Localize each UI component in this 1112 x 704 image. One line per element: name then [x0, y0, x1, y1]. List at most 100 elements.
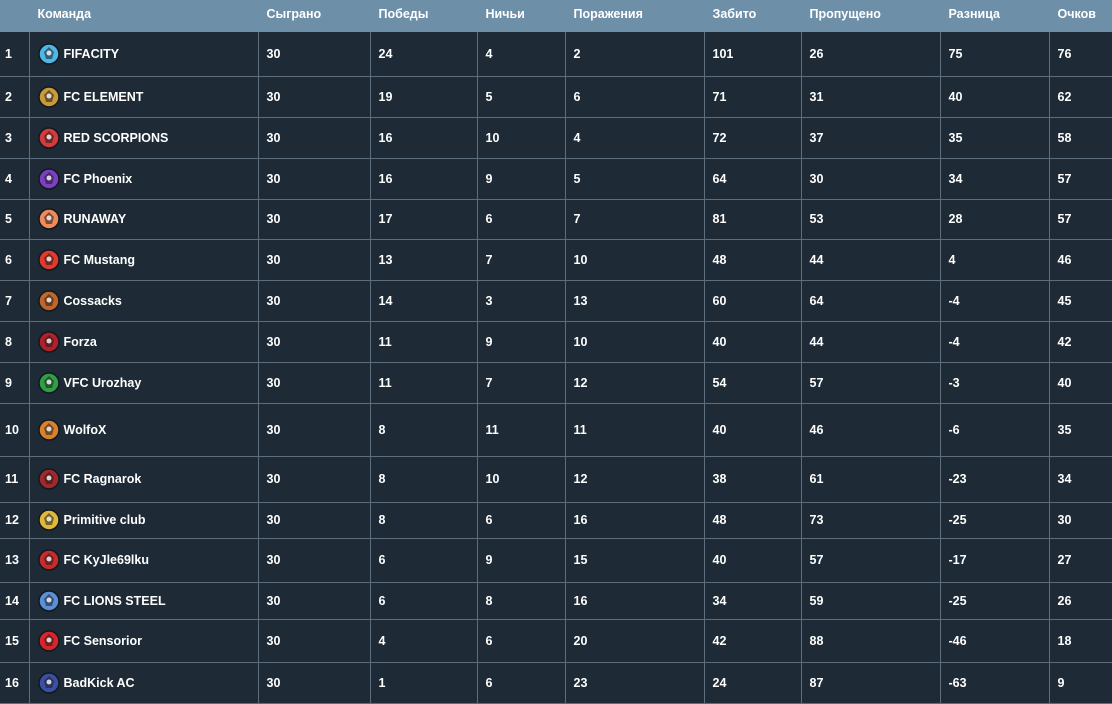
row-conceded: 73 — [801, 502, 941, 539]
team-name[interactable]: FC LIONS STEEL — [64, 594, 166, 608]
row-points: 26 — [1049, 582, 1112, 620]
team-link[interactable]: Forza — [37, 330, 250, 353]
row-scored: 38 — [704, 456, 802, 503]
table-row[interactable]: 9 VFC Urozhay 30 11 7 12 54 57 -3 40 — [0, 362, 1112, 404]
row-team-cell[interactable]: FC KyJle69lku — [29, 538, 259, 583]
red-scorpions-logo-icon — [37, 126, 60, 149]
header-conceded[interactable]: Пропущено — [801, 0, 941, 32]
row-team-cell[interactable]: WolfoX — [29, 403, 259, 457]
row-team-cell[interactable]: FIFACITY — [29, 32, 259, 77]
row-team-cell[interactable]: FC Sensorior — [29, 619, 259, 663]
team-name[interactable]: WolfoX — [64, 423, 107, 437]
team-name[interactable]: Forza — [64, 335, 97, 349]
row-team-cell[interactable]: FC LIONS STEEL — [29, 582, 259, 620]
team-link[interactable]: FC KyJle69lku — [37, 549, 250, 571]
row-diff: 40 — [940, 76, 1050, 118]
row-played: 30 — [258, 662, 371, 704]
row-conceded: 59 — [801, 582, 941, 620]
team-link[interactable]: FC Ragnarok — [37, 468, 250, 490]
table-row[interactable]: 7 Cossacks 30 14 3 13 60 64 -4 45 — [0, 280, 1112, 322]
team-name[interactable]: FC Ragnarok — [64, 472, 142, 486]
team-link[interactable]: FC Mustang — [37, 248, 250, 271]
header-played[interactable]: Сыграно — [258, 0, 371, 32]
header-team[interactable]: Команда — [29, 0, 259, 32]
fc-phoenix-logo-icon — [37, 167, 60, 190]
row-position: 8 — [0, 321, 30, 363]
row-position: 9 — [0, 362, 30, 404]
row-losses: 12 — [565, 362, 705, 404]
team-link[interactable]: FC Sensorior — [37, 629, 250, 652]
table-row[interactable]: 10 WolfoX 30 8 11 11 40 46 -6 35 — [0, 403, 1112, 457]
table-row[interactable]: 8 Forza 30 11 9 10 40 44 -4 42 — [0, 321, 1112, 363]
header-scored[interactable]: Забито — [704, 0, 802, 32]
table-row[interactable]: 4 FC Phoenix 30 16 9 5 64 30 34 57 — [0, 158, 1112, 200]
team-name[interactable]: RUNAWAY — [64, 212, 127, 226]
row-draws: 10 — [477, 117, 566, 159]
table-row[interactable]: 2 FC ELEMENT 30 19 5 6 71 31 40 62 — [0, 76, 1112, 118]
row-position: 15 — [0, 619, 30, 663]
fc-lions-steel-logo-icon — [37, 589, 60, 612]
team-link[interactable]: FC Phoenix — [37, 167, 250, 190]
row-position: 16 — [0, 662, 30, 704]
team-link[interactable]: FC ELEMENT — [37, 85, 250, 108]
team-link[interactable]: RED SCORPIONS — [37, 126, 250, 149]
row-played: 30 — [258, 76, 371, 118]
table-row[interactable]: 5 RUNAWAY 30 17 6 7 81 53 28 57 — [0, 199, 1112, 240]
team-link[interactable]: Primitive club — [37, 509, 250, 531]
row-team-cell[interactable]: RED SCORPIONS — [29, 117, 259, 159]
table-row[interactable]: 13 FC KyJle69lku 30 6 9 15 40 57 -17 27 — [0, 538, 1112, 583]
row-team-cell[interactable]: VFC Urozhay — [29, 362, 259, 404]
team-link[interactable]: BadKick AC — [37, 671, 250, 694]
row-team-cell[interactable]: Primitive club — [29, 502, 259, 539]
header-diff[interactable]: Разница — [940, 0, 1050, 32]
row-wins: 6 — [370, 538, 478, 583]
table-row[interactable]: 1 FIFACITY 30 24 4 2 101 26 75 76 — [0, 32, 1112, 77]
team-name[interactable]: BadKick AC — [64, 676, 135, 690]
row-team-cell[interactable]: FC Phoenix — [29, 158, 259, 200]
team-name[interactable]: VFC Urozhay — [64, 376, 142, 390]
table-row[interactable]: 12 Primitive club 30 8 6 16 48 73 -25 30 — [0, 502, 1112, 539]
team-link[interactable]: FC LIONS STEEL — [37, 589, 250, 612]
row-wins: 14 — [370, 280, 478, 322]
table-row[interactable]: 11 FC Ragnarok 30 8 10 12 38 61 -23 34 — [0, 456, 1112, 503]
row-scored: 40 — [704, 403, 802, 457]
row-points: 27 — [1049, 538, 1112, 583]
team-name[interactable]: Primitive club — [64, 513, 146, 527]
row-team-cell[interactable]: Forza — [29, 321, 259, 363]
team-link[interactable]: WolfoX — [37, 418, 250, 441]
team-name[interactable]: FC Sensorior — [64, 634, 143, 648]
row-conceded: 61 — [801, 456, 941, 503]
row-team-cell[interactable]: RUNAWAY — [29, 199, 259, 240]
row-team-cell[interactable]: FC Ragnarok — [29, 456, 259, 503]
team-link[interactable]: Cossacks — [37, 289, 250, 312]
row-team-cell[interactable]: FC ELEMENT — [29, 76, 259, 118]
table-row[interactable]: 3 RED SCORPIONS 30 16 10 4 72 37 35 58 — [0, 117, 1112, 159]
row-draws: 9 — [477, 158, 566, 200]
header-losses[interactable]: Поражения — [565, 0, 705, 32]
row-points: 46 — [1049, 239, 1112, 281]
row-conceded: 87 — [801, 662, 941, 704]
team-name[interactable]: FC KyJle69lku — [64, 553, 149, 567]
team-name[interactable]: RED SCORPIONS — [64, 131, 169, 145]
team-name[interactable]: FC ELEMENT — [64, 90, 144, 104]
team-link[interactable]: FIFACITY — [37, 43, 250, 65]
team-link[interactable]: VFC Urozhay — [37, 371, 250, 394]
row-scored: 72 — [704, 117, 802, 159]
table-row[interactable]: 16 BadKick AC 30 1 6 23 24 87 -63 9 — [0, 662, 1112, 704]
header-points[interactable]: Очков — [1049, 0, 1112, 32]
table-row[interactable]: 14 FC LIONS STEEL 30 6 8 16 34 59 -25 26 — [0, 582, 1112, 620]
header-draws[interactable]: Ничьи — [477, 0, 566, 32]
table-row[interactable]: 6 FC Mustang 30 13 7 10 48 44 4 46 — [0, 239, 1112, 281]
team-name[interactable]: FC Phoenix — [64, 172, 133, 186]
table-row[interactable]: 15 FC Sensorior 30 4 6 20 42 88 -46 18 — [0, 619, 1112, 663]
row-team-cell[interactable]: Cossacks — [29, 280, 259, 322]
team-name[interactable]: Cossacks — [64, 294, 122, 308]
row-team-cell[interactable]: FC Mustang — [29, 239, 259, 281]
header-wins[interactable]: Победы — [370, 0, 478, 32]
row-team-cell[interactable]: BadKick AC — [29, 662, 259, 704]
team-link[interactable]: RUNAWAY — [37, 208, 250, 230]
row-diff: -6 — [940, 403, 1050, 457]
team-name[interactable]: FIFACITY — [64, 47, 120, 61]
team-name[interactable]: FC Mustang — [64, 253, 136, 267]
row-losses: 16 — [565, 582, 705, 620]
